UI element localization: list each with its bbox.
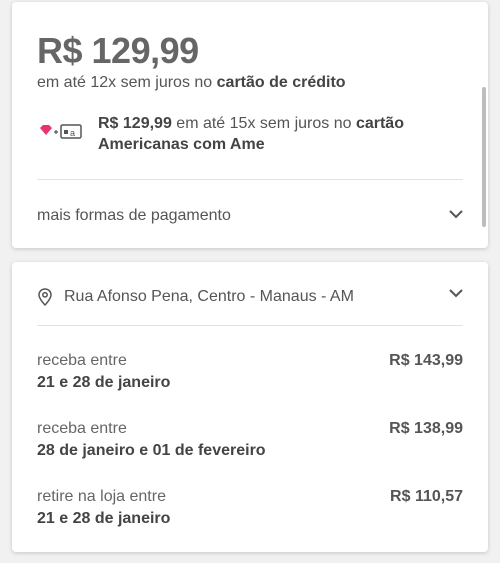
price: R$ 129,99 xyxy=(37,30,199,71)
shipping-option: receba entre 28 de janeiro e 01 de fever… xyxy=(37,420,463,460)
shipping-option-price: R$ 143,99 xyxy=(389,352,463,369)
installments-card: cartão de crédito xyxy=(216,74,346,91)
ame-card-icon: a xyxy=(40,124,82,139)
shipping-option-price: R$ 110,57 xyxy=(390,488,463,505)
shipping-option-price: R$ 138,99 xyxy=(389,420,463,437)
payment-card: R$ 129,99 em até 12x sem juros no cartão… xyxy=(12,2,488,248)
chevron-down-icon[interactable] xyxy=(448,288,464,298)
svg-text:a: a xyxy=(70,128,75,138)
scrollbar[interactable] xyxy=(482,87,486,227)
shipping-card: Rua Afonso Pena, Centro - Manaus - AM re… xyxy=(12,262,488,552)
ame-middle: em até 15x sem juros no xyxy=(171,115,356,132)
more-payment-link[interactable]: mais formas de pagamento xyxy=(37,207,231,225)
installments-prefix: em até 12x sem juros no xyxy=(37,74,217,91)
shipping-option: receba entre 21 e 28 de janeiro R$ 143,9… xyxy=(37,352,463,392)
ame-installments-text: R$ 129,99 em até 15x sem juros no cartão… xyxy=(98,113,468,155)
divider xyxy=(37,325,463,326)
installments-text: em até 12x sem juros no cartão de crédit… xyxy=(37,74,346,92)
ame-price: R$ 129,99 xyxy=(98,115,172,132)
divider xyxy=(37,179,463,180)
shipping-option-date: 21 e 28 de janeiro xyxy=(37,510,171,527)
shipping-option-date: 28 de janeiro e 01 de fevereiro xyxy=(37,442,266,459)
shipping-option: retire na loja entre 21 e 28 de janeiro … xyxy=(37,488,463,528)
location-pin-icon xyxy=(38,288,52,306)
shipping-option-date: 21 e 28 de janeiro xyxy=(37,374,171,391)
shipping-address[interactable]: Rua Afonso Pena, Centro - Manaus - AM xyxy=(64,288,354,306)
chevron-down-icon[interactable] xyxy=(448,209,464,219)
